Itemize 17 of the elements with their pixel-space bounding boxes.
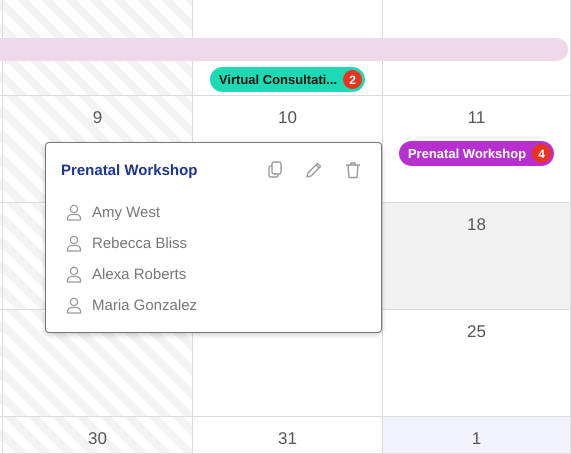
attendee-name: Alexa Roberts [92,266,186,283]
date-number: 18 [467,215,486,235]
attendee-name: Maria Gonzalez [92,297,198,314]
attendee-name: Amy West [92,204,160,221]
date-number: 1 [472,429,482,449]
date-number: 9 [92,108,102,128]
date-number: 31 [278,429,297,449]
count-badge: 2 [343,70,362,89]
date-number: 30 [88,429,107,449]
event-title: Prenatal Workshop [408,146,526,161]
popover-title: Prenatal Workshop [61,162,198,178]
count-badge: 4 [532,144,552,163]
attendee-name: Rebecca Bliss [92,235,188,252]
date-number: 10 [278,108,297,128]
date-number: 11 [468,108,486,128]
event-title: Virtual Consultati... [218,72,338,87]
date-number: 25 [467,322,486,342]
